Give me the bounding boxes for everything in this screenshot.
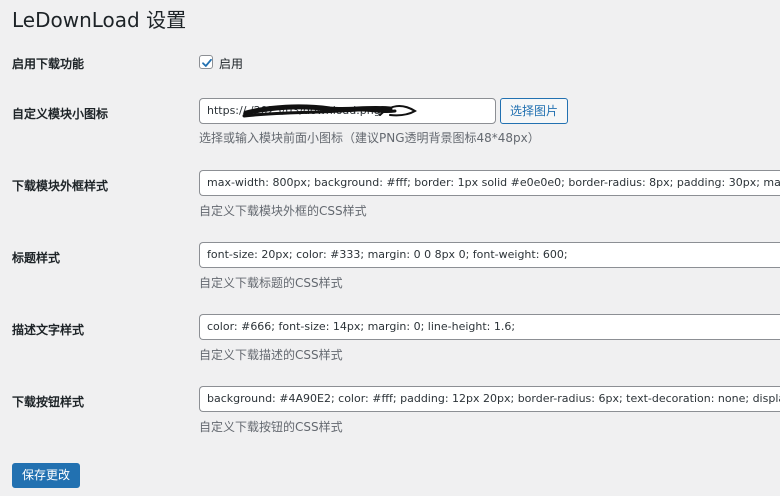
select-image-button[interactable]: 选择图片 bbox=[500, 98, 569, 124]
enable-checkbox-label[interactable]: 启用 bbox=[219, 55, 243, 72]
settings-page: LeDownLoad 设置 启用下载功能 启用 自定义模块小图标 https:/… bbox=[0, 0, 780, 496]
title-style-description: 自定义下载标题的CSS样式 bbox=[199, 276, 343, 290]
box-style-input[interactable]: max-width: 800px; background: #fff; bord… bbox=[199, 170, 780, 196]
button-style-label: 下载按钮样式 bbox=[12, 395, 85, 409]
button-style-description: 自定义下载按钮的CSS样式 bbox=[199, 420, 343, 434]
enable-download-label: 启用下载功能 bbox=[12, 57, 85, 71]
icon-url-input[interactable]: https:// /2025/03/download.png bbox=[199, 98, 496, 124]
title-style-input[interactable]: font-size: 20px; color: #333; margin: 0 … bbox=[199, 242, 780, 268]
enable-checkbox[interactable] bbox=[199, 55, 213, 69]
box-style-description: 自定义下载模块外框的CSS样式 bbox=[199, 204, 367, 218]
icon-description: 选择或输入模块前面小图标（建议PNG透明背景图标48*48px） bbox=[199, 131, 540, 145]
button-style-input[interactable]: background: #4A90E2; color: #fff; paddin… bbox=[199, 386, 780, 412]
page-title: LeDownLoad 设置 bbox=[12, 8, 187, 32]
box-style-label: 下载模块外框样式 bbox=[12, 179, 109, 193]
desc-style-input[interactable]: color: #666; font-size: 14px; margin: 0;… bbox=[199, 314, 780, 340]
save-changes-button[interactable]: 保存更改 bbox=[12, 463, 81, 488]
checkmark-icon bbox=[202, 58, 212, 67]
redaction-scribble bbox=[242, 104, 417, 118]
title-style-label: 标题样式 bbox=[12, 251, 61, 265]
desc-style-description: 自定义下载描述的CSS样式 bbox=[199, 348, 343, 362]
desc-style-label: 描述文字样式 bbox=[12, 323, 85, 337]
custom-icon-label: 自定义模块小图标 bbox=[12, 107, 109, 121]
